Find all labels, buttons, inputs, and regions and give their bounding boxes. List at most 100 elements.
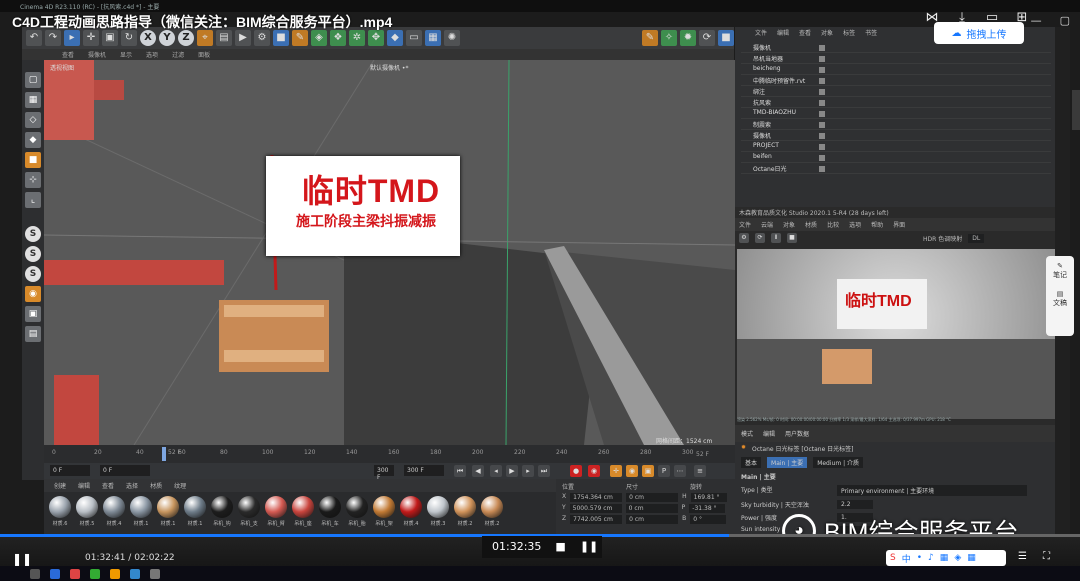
visibility-icon[interactable]	[819, 155, 825, 161]
object-row[interactable]: 中腾临时预留件.rvt	[741, 76, 1051, 86]
lock-icon[interactable]: ⚙	[739, 233, 749, 243]
material-swatch[interactable]: 吊机_胎	[345, 496, 369, 527]
rotation-field[interactable]: 169.81 °	[690, 493, 727, 502]
taskbar-app-icon[interactable]	[50, 568, 60, 579]
render-view-icon[interactable]: ▶	[235, 30, 251, 46]
material-swatch[interactable]: 吊机_架	[372, 496, 396, 527]
size-field[interactable]: 0 cm	[626, 493, 679, 502]
ime-punct-icon[interactable]: •	[917, 553, 922, 563]
undo-icon[interactable]: ↶	[26, 30, 42, 46]
key-rotation-icon[interactable]: ◉	[626, 465, 638, 477]
material-menu-item[interactable]: 材质	[150, 481, 162, 490]
object-menu-item[interactable]: 书签	[865, 28, 877, 37]
upload-button[interactable]: ☁ 拖拽上传	[934, 22, 1024, 44]
material-swatch[interactable]: 吊机_臂	[264, 496, 288, 527]
material-swatch[interactable]: 材质.1	[183, 496, 207, 527]
fullscreen-icon[interactable]: ⛶	[1043, 551, 1050, 562]
material-swatch[interactable]: 吊机_车	[318, 496, 342, 527]
play-icon[interactable]: ▶	[506, 465, 518, 477]
axis-mode-icon[interactable]: ⊹	[25, 172, 41, 188]
select-tool-icon[interactable]: ▸	[64, 30, 80, 46]
ime-mic-icon[interactable]: ♪	[928, 553, 934, 563]
material-swatch[interactable]: 材质.1	[129, 496, 153, 527]
visibility-icon[interactable]	[819, 45, 825, 51]
viewport-menu-item[interactable]: 摄像机	[88, 50, 106, 59]
object-menu-item[interactable]: 对象	[821, 28, 833, 37]
material-swatch[interactable]: 吊机_钩	[210, 496, 234, 527]
material-swatch[interactable]: 材质.4	[399, 496, 423, 527]
edge-mode-icon[interactable]: ◆	[25, 132, 41, 148]
current-frame-field[interactable]: 0 F	[100, 465, 150, 476]
menu-icon[interactable]: ≡	[694, 465, 706, 477]
object-menu-item[interactable]: 文件	[755, 28, 767, 37]
note-icon[interactable]: ✎	[1046, 262, 1074, 270]
cube-icon[interactable]: ■	[273, 30, 289, 46]
taskbar-app-icon[interactable]	[150, 568, 160, 579]
size-field[interactable]: 0 cm	[626, 515, 679, 524]
scale-tool-icon[interactable]: ▣	[102, 30, 118, 46]
material-swatch[interactable]: 材质.1	[156, 496, 180, 527]
attr-tab-main[interactable]: Main | 主要	[767, 457, 808, 468]
object-menu-item[interactable]: 编辑	[777, 28, 789, 37]
object-menu-item[interactable]: 查看	[799, 28, 811, 37]
ime-chinese-icon[interactable]: 中	[902, 552, 911, 565]
viewport-menu-item[interactable]: 过滤	[172, 50, 184, 59]
taskbar-app-icon[interactable]	[90, 568, 100, 579]
note-label[interactable]: 笔记	[1046, 270, 1074, 280]
end-frame-field[interactable]: 300 F	[374, 465, 394, 481]
axis-x-toggle[interactable]: X	[140, 30, 156, 46]
material-menu-item[interactable]: 编辑	[78, 481, 90, 490]
render-menu-item[interactable]: 材质	[805, 220, 817, 229]
render-menu-item[interactable]: 比较	[827, 220, 839, 229]
ime-keyboard-icon[interactable]: ▦	[940, 553, 949, 563]
stop-render-icon[interactable]: ■	[787, 233, 797, 243]
next-frame-icon[interactable]: ▸	[522, 465, 534, 477]
taskbar-app-icon[interactable]	[70, 568, 80, 579]
render-menu-item[interactable]: 选项	[849, 220, 861, 229]
visibility-icon[interactable]	[819, 100, 825, 106]
material-menu-item[interactable]: 选择	[126, 481, 138, 490]
key-pla-icon[interactable]: ⋯	[674, 465, 686, 477]
coordinate-system-icon[interactable]: ⌖	[197, 30, 213, 46]
viewport-menu-item[interactable]: 查看	[62, 50, 74, 59]
workplane-icon[interactable]: ⌞	[25, 192, 41, 208]
attr-menu-item[interactable]: 模式	[741, 429, 753, 438]
model-mode-icon[interactable]: ▢	[25, 72, 41, 88]
visibility-icon[interactable]	[819, 78, 825, 84]
playlist-icon[interactable]: ☰	[1018, 551, 1027, 562]
object-menu-item[interactable]: 标签	[843, 28, 855, 37]
position-field[interactable]: 1754.364 cm	[570, 493, 623, 502]
prev-key-icon[interactable]: ◀	[472, 465, 484, 477]
attr-tab-basic[interactable]: 基本	[741, 457, 762, 468]
material-swatch[interactable]: 材质.6	[48, 496, 72, 527]
rotation-field[interactable]: 0 °	[690, 515, 727, 524]
viewport-menu-item[interactable]: 选项	[146, 50, 158, 59]
render-region-icon[interactable]: ▤	[216, 30, 232, 46]
array-icon[interactable]: ❖	[330, 30, 346, 46]
visibility-icon[interactable]	[819, 133, 825, 139]
taskbar-app-icon[interactable]	[30, 568, 40, 579]
size-field[interactable]: 0 cm	[625, 504, 678, 513]
hdr-dropdown[interactable]: HDR 色调映射	[923, 234, 962, 243]
object-row[interactable]: 抗风索	[741, 98, 1051, 108]
goto-start-icon[interactable]: ⏮	[454, 465, 466, 477]
render-settings-icon[interactable]: ⚙	[254, 30, 270, 46]
object-row[interactable]: 吊机当地器	[741, 54, 1051, 64]
sky-turbidity-field[interactable]: 2.2	[837, 500, 873, 509]
attr-menu-item[interactable]: 编辑	[763, 429, 775, 438]
ime-tools-icon[interactable]: ▦	[967, 553, 976, 563]
material-swatch[interactable]: 吊机_座	[291, 496, 315, 527]
texture-mode-icon[interactable]: ▦	[25, 92, 41, 108]
maximize-icon[interactable]: ▢	[1060, 14, 1070, 27]
move-tool-icon[interactable]: ✛	[83, 30, 99, 46]
timeline-ruler[interactable]: 0 20 40 60 80 100 120 140 160 180 200 22…	[44, 445, 735, 463]
key-scale-icon[interactable]: ▣	[642, 465, 654, 477]
material-menu-item[interactable]: 纹理	[174, 481, 186, 490]
object-row[interactable]: 摄像机	[741, 43, 1051, 53]
refresh-render-icon[interactable]: ⟳	[755, 233, 765, 243]
rotate-tool-icon[interactable]: ↻	[121, 30, 137, 46]
taskbar-app-icon[interactable]	[130, 568, 140, 579]
attr-tab-medium[interactable]: Medium | 介质	[813, 457, 864, 468]
overlay-stop-icon[interactable]: ■	[555, 540, 565, 554]
start-frame-field[interactable]: 0 F	[50, 465, 90, 476]
